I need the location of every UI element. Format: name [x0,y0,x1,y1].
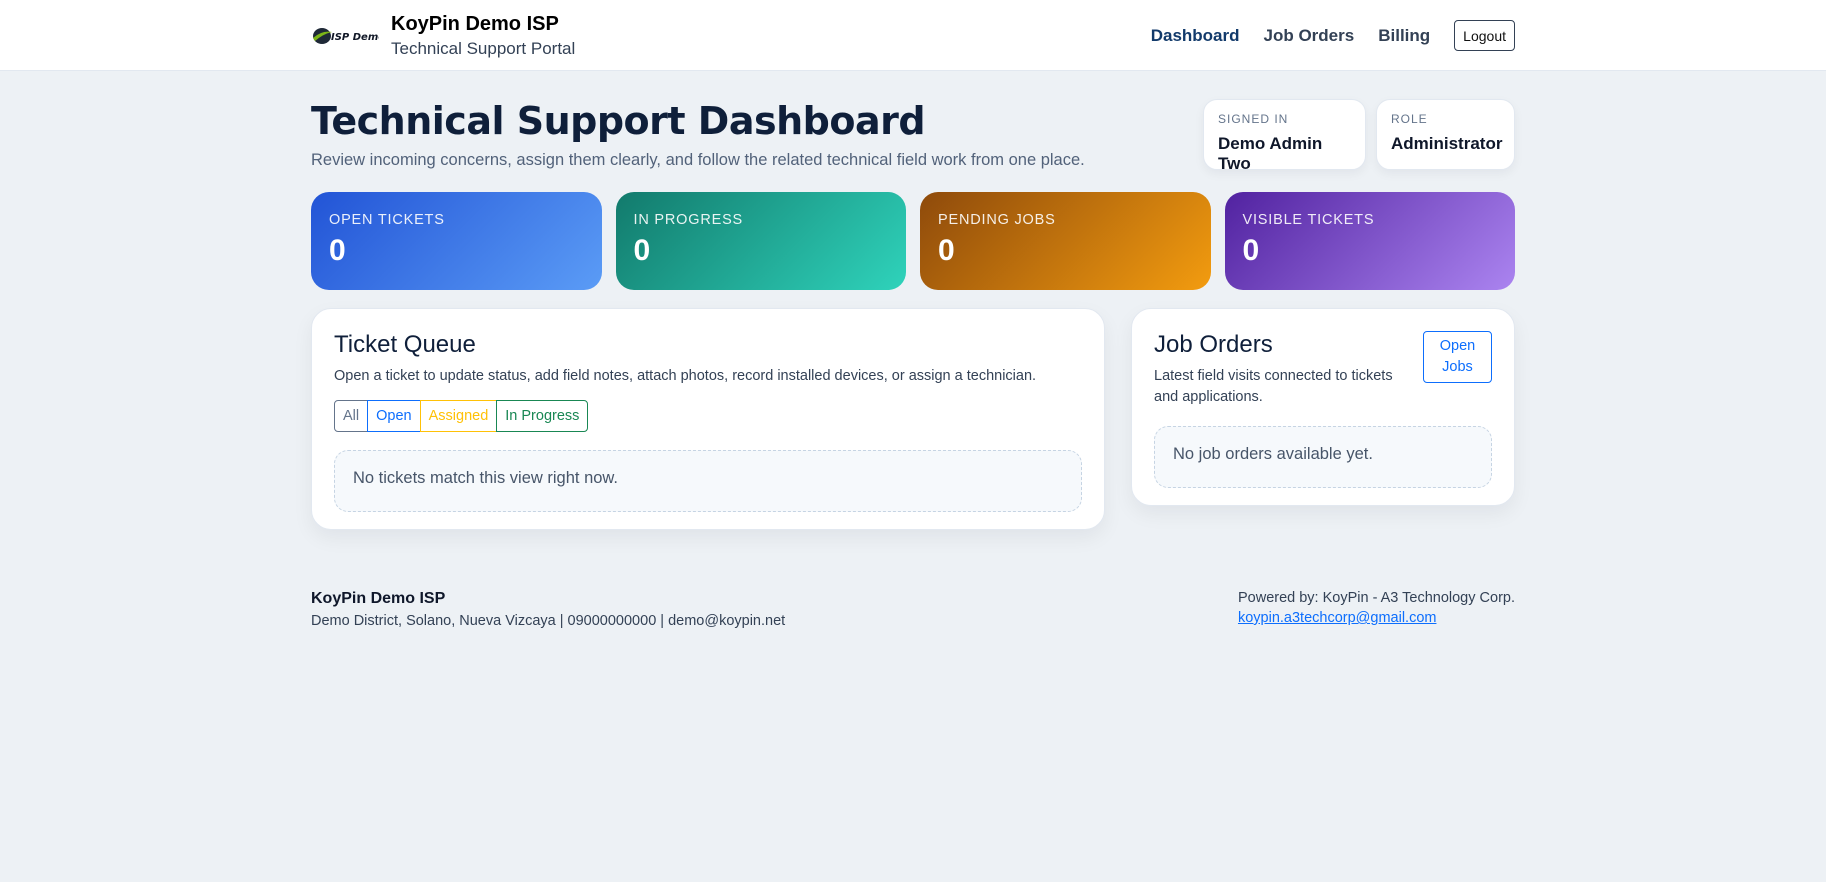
isp-logo: ISP Demo [311,23,379,49]
job-orders-empty-state: No job orders available yet. [1154,426,1492,488]
stat-value: 0 [938,234,955,267]
logout-button[interactable]: Logout [1454,20,1515,51]
job-orders-title: Job Orders [1154,331,1273,358]
signed-in-label: SIGNED IN [1218,112,1289,126]
open-jobs-button[interactable]: Open Jobs [1423,331,1492,383]
stat-label: PENDING JOBS [938,212,1056,228]
ticket-filter-group: All Open Assigned In Progress [334,400,1082,432]
brand-name: KoyPin Demo ISP [391,12,559,35]
job-orders-panel: Job Orders Latest field visits connected… [1131,308,1515,506]
filter-open-button[interactable]: Open [367,400,421,432]
filter-assigned-button[interactable]: Assigned [419,400,498,432]
role-value: Administrator [1391,134,1503,153]
stat-value: 0 [633,234,651,267]
stat-label: IN PROGRESS [633,212,744,228]
stat-label: OPEN TICKETS [329,212,445,228]
role-label: ROLE [1391,112,1428,126]
signed-in-user: Demo Admin Two [1218,134,1323,173]
main-content: Technical Support Dashboard Review incom… [311,71,1515,629]
nav-dashboard[interactable]: Dashboard [1151,26,1240,46]
brand-subtitle: Technical Support Portal [391,38,576,58]
ticket-empty-state: No tickets match this view right now. [334,450,1082,512]
job-orders-description: Latest field visits connected to tickets… [1154,368,1393,405]
stat-visible-tickets: VISIBLE TICKETS 0 [1224,192,1515,290]
signed-in-card: SIGNED IN Demo Admin Two [1203,99,1366,173]
footer-company-name: KoyPin Demo ISP [311,590,446,607]
stat-in-progress: IN PROGRESS 0 [615,192,906,290]
stats-row: OPEN TICKETS 0 IN PROGRESS 0 PENDING JOB… [311,192,1515,290]
main-nav: Dashboard Job Orders Billing Logout [1151,20,1515,51]
page-subtitle: Review incoming concerns, assign them cl… [311,151,1085,169]
nav-billing[interactable]: Billing [1378,26,1430,46]
footer-email-link[interactable]: koypin.a3techcorp@gmail.com [1238,610,1515,626]
hero: Technical Support Dashboard Review incom… [311,71,1515,173]
stat-value: 0 [1242,234,1260,267]
stat-value: 0 [329,234,346,267]
filter-in-progress-button[interactable]: In Progress [496,400,589,432]
logo-wordmark: ISP Demo [331,32,379,43]
brand[interactable]: ISP Demo KoyPin Demo ISP Technical Suppo… [311,11,575,61]
footer-address: Demo District, Solano, Nueva Vizcaya | 0… [311,613,786,629]
stat-label: VISIBLE TICKETS [1242,212,1375,228]
footer-powered-by: Powered by: KoyPin - A3 Technology Corp. [1237,590,1515,606]
stat-open-tickets: OPEN TICKETS 0 [311,192,602,290]
filter-all-button[interactable]: All [334,400,369,432]
ticket-queue-description: Open a ticket to update status, add fiel… [334,368,1037,384]
footer: KoyPin Demo ISP Demo District, Solano, N… [311,590,1515,629]
page-title: Technical Support Dashboard [311,99,926,143]
stat-pending-jobs: PENDING JOBS 0 [920,192,1211,290]
top-navbar: ISP Demo KoyPin Demo ISP Technical Suppo… [0,0,1826,71]
role-card: ROLE Administrator [1376,99,1515,170]
ticket-queue-title: Ticket Queue [334,331,476,358]
nav-job-orders[interactable]: Job Orders [1264,26,1355,46]
ticket-queue-panel: Ticket Queue Open a ticket to update sta… [311,308,1105,530]
